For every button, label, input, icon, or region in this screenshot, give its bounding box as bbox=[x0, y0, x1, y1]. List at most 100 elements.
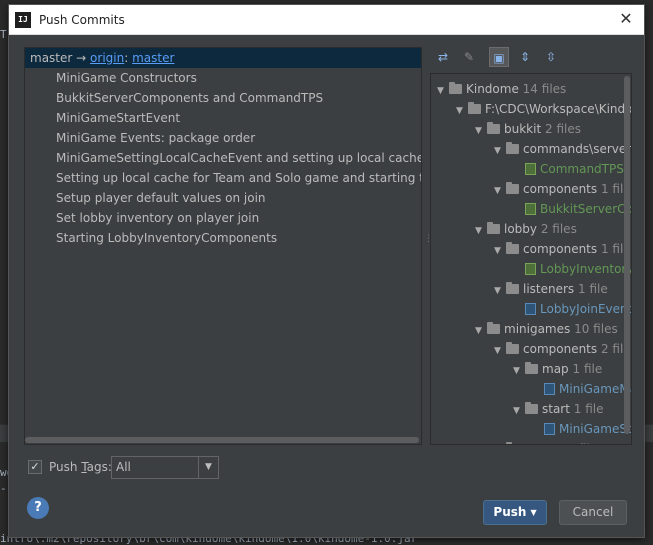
chevron-down-icon[interactable]: ▼ bbox=[494, 241, 506, 261]
group-by-directory-icon[interactable]: ▣ bbox=[489, 47, 509, 67]
chevron-down-icon[interactable]: ▼ bbox=[530, 508, 536, 517]
folder-icon bbox=[506, 342, 519, 354]
tree-node[interactable]: ▼ Kindome 14 files bbox=[437, 79, 566, 99]
tree-node-label: minigames bbox=[504, 322, 571, 336]
tree-node[interactable]: MiniGameStart.java bbox=[532, 419, 631, 439]
help-icon[interactable]: ? bbox=[27, 497, 49, 519]
tree-node[interactable]: ▼ F:\CDC\Workspace\Kindome bbox=[456, 99, 631, 121]
tree-node[interactable]: ▼ listeners 1 file bbox=[494, 279, 608, 299]
push-tags-label: Push Tags: bbox=[49, 460, 112, 474]
tree-node[interactable]: ▼ map 1 file bbox=[513, 359, 602, 379]
folder-icon bbox=[506, 282, 519, 294]
remote-link[interactable]: origin bbox=[90, 51, 124, 65]
tree-node[interactable]: ▶ events 4 files bbox=[494, 439, 603, 444]
push-commits-dialog: IJ Push Commits ✕ master → origin: maste… bbox=[8, 4, 645, 538]
tree-node[interactable]: ▼ commands\server bbox=[494, 139, 631, 159]
tree-node[interactable]: ▼ minigames 10 files bbox=[475, 319, 618, 339]
tree-node-label: MiniGameMap.java bbox=[559, 382, 631, 396]
cancel-button[interactable]: Cancel bbox=[559, 500, 627, 525]
chevron-down-icon[interactable]: ▼ bbox=[456, 101, 468, 121]
chevron-down-icon[interactable]: ▼ bbox=[494, 141, 506, 161]
tree-node-label: components bbox=[523, 242, 598, 256]
folder-icon bbox=[487, 322, 500, 334]
scrollbar-thumb[interactable] bbox=[25, 437, 419, 443]
chevron-down-icon[interactable]: ▼ bbox=[513, 361, 525, 381]
java-file-icon bbox=[525, 203, 536, 215]
push-button[interactable]: Push ▼ bbox=[483, 500, 547, 525]
commit-item[interactable]: MiniGame Constructors bbox=[25, 68, 421, 88]
commit-item[interactable]: Set lobby inventory on player join bbox=[25, 208, 421, 228]
java-file-icon bbox=[544, 383, 555, 395]
java-file-icon bbox=[525, 263, 536, 275]
tree-node[interactable]: MiniGameMap.java bbox=[532, 379, 631, 399]
tree-node[interactable]: CommandTPS.java bbox=[513, 159, 631, 179]
tree-node-label: start bbox=[542, 402, 570, 416]
file-count: 1 file bbox=[573, 402, 604, 416]
chevron-down-icon[interactable]: ▼ bbox=[475, 321, 487, 341]
edit-source-icon[interactable]: ✎ bbox=[459, 47, 479, 67]
select-value: All bbox=[116, 460, 131, 474]
commit-item[interactable]: Setting up local cache for Team and Solo… bbox=[25, 168, 421, 188]
chevron-right-icon[interactable]: ▶ bbox=[494, 441, 506, 444]
chevron-down-icon[interactable]: ▼ bbox=[437, 81, 449, 101]
dialog-title: Push Commits bbox=[39, 13, 125, 27]
chevron-down-icon[interactable]: ▼ bbox=[513, 401, 525, 421]
tree-node-label: LobbyInventoryComponents.java bbox=[540, 262, 632, 276]
tree-node[interactable]: ▼ bukkit 2 files bbox=[475, 119, 581, 139]
folder-icon bbox=[487, 122, 500, 134]
commit-item[interactable]: Starting LobbyInventoryComponents bbox=[25, 228, 421, 248]
tree-node[interactable]: BukkitServerComponents.java bbox=[513, 199, 631, 219]
chevron-down-icon[interactable]: ▼ bbox=[494, 341, 506, 361]
changes-toolbar: ⇄ ✎ ▣ ⇕ ⇳ bbox=[433, 45, 633, 69]
tree-node[interactable]: ▼ lobby 2 files bbox=[475, 219, 577, 239]
local-branch: master bbox=[30, 51, 73, 65]
tree-node[interactable]: LobbyJoinEvent.java bbox=[513, 299, 632, 319]
chevron-down-icon[interactable]: ▼ bbox=[494, 281, 506, 301]
close-icon[interactable]: ✕ bbox=[616, 9, 636, 29]
file-count: 1 file bbox=[572, 362, 603, 376]
tree-node-label: Kindome bbox=[466, 82, 519, 96]
tree-node-label: map bbox=[542, 362, 569, 376]
tree-node[interactable]: ▼ start 1 file bbox=[513, 399, 604, 419]
expand-collapse-icon[interactable]: ⇄ bbox=[433, 47, 453, 67]
tree-node-label: listeners bbox=[523, 282, 575, 296]
tree-node[interactable]: ▼components 2 files bbox=[494, 339, 631, 361]
splitter-handle[interactable]: ⋮ bbox=[424, 235, 433, 251]
commit-item[interactable]: MiniGame Events: package order bbox=[25, 128, 421, 148]
tree-node-label: MiniGameStart.java bbox=[559, 422, 631, 436]
folder-icon bbox=[506, 442, 512, 444]
folder-icon bbox=[449, 82, 462, 94]
dialog-titlebar: IJ Push Commits ✕ bbox=[9, 5, 644, 35]
chevron-down-icon[interactable]: ▼ bbox=[198, 457, 218, 478]
push-tags-select[interactable]: All ▼ bbox=[111, 456, 219, 479]
commit-item[interactable]: MiniGameStartEvent bbox=[25, 108, 421, 128]
file-count: 2 files bbox=[545, 122, 581, 136]
folder-icon bbox=[487, 222, 500, 234]
chevron-down-icon[interactable]: ▼ bbox=[494, 181, 506, 201]
expand-all-icon[interactable]: ⇕ bbox=[515, 47, 535, 67]
tree-node-label: commands\server bbox=[523, 142, 632, 156]
chevron-down-icon[interactable]: ▼ bbox=[475, 221, 487, 241]
horizontal-scrollbar[interactable] bbox=[25, 436, 421, 444]
tree-node[interactable]: ▼ components 1 file bbox=[494, 239, 631, 259]
collapse-all-icon[interactable]: ⇳ bbox=[541, 47, 561, 67]
push-tags-checkbox[interactable]: ✓ bbox=[28, 460, 42, 474]
vertical-scrollbar[interactable] bbox=[623, 74, 631, 444]
tree-node[interactable]: ▼ components 1 file bbox=[494, 179, 631, 199]
folder-icon bbox=[525, 362, 538, 374]
branch-row[interactable]: master → origin: master bbox=[25, 48, 421, 68]
folder-icon bbox=[506, 242, 519, 254]
commit-item[interactable]: MiniGameSettingLocalCacheEvent and setti… bbox=[25, 148, 421, 168]
chevron-down-icon[interactable]: ▼ bbox=[475, 121, 487, 141]
scrollbar-thumb[interactable] bbox=[624, 76, 630, 434]
folder-icon bbox=[525, 402, 538, 414]
commit-item[interactable]: Setup player default values on join bbox=[25, 188, 421, 208]
tree-node-label: components bbox=[523, 182, 598, 196]
java-file-icon bbox=[525, 163, 536, 175]
tree-node[interactable]: LobbyInventoryComponents.java bbox=[513, 259, 632, 279]
console-line: T bbox=[0, 28, 7, 41]
intellij-icon: IJ bbox=[15, 12, 31, 28]
tree-node-label: LobbyJoinEvent.java bbox=[540, 302, 632, 316]
remote-branch-link[interactable]: master bbox=[132, 51, 174, 65]
commit-item[interactable]: BukkitServerComponents and CommandTPS bbox=[25, 88, 421, 108]
